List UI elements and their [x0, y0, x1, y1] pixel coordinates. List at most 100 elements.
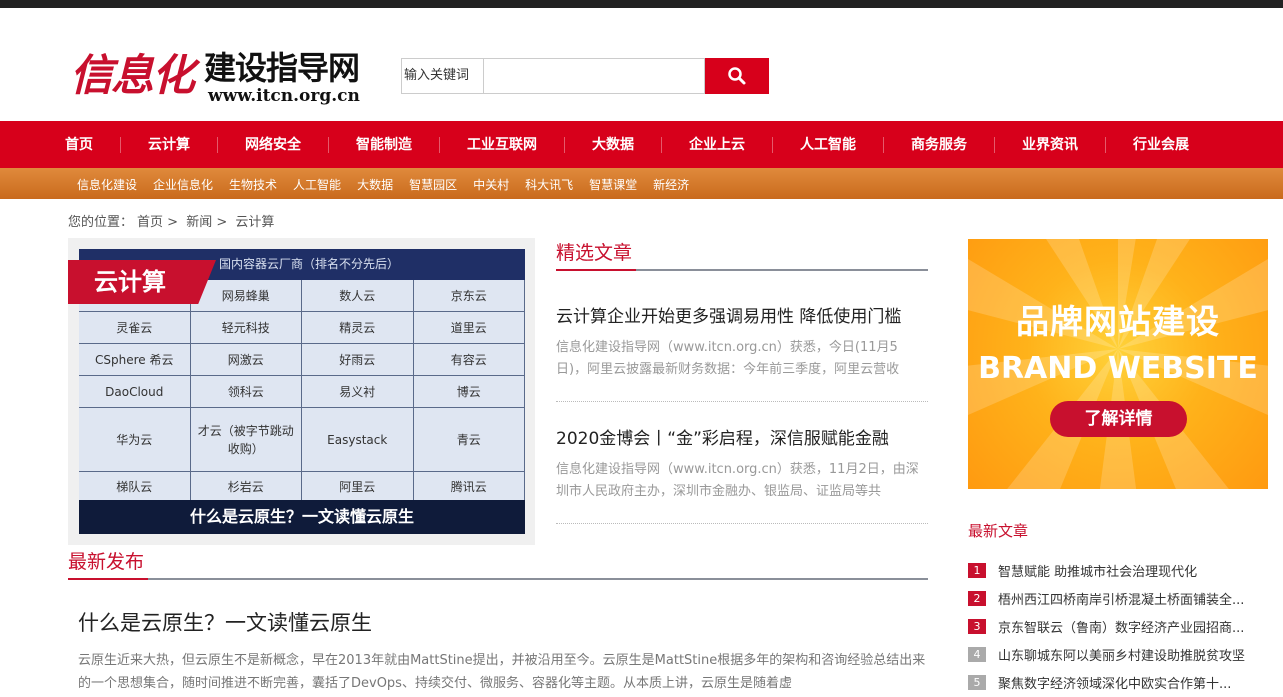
latest-article-link[interactable]: 京东智联云（鲁南）数字经济产业园招商...: [998, 617, 1268, 636]
nav-industry-news[interactable]: 业界资讯: [994, 136, 1105, 153]
search-button[interactable]: [705, 58, 769, 94]
list-item: 1 智慧赋能 助推城市社会治理现代化: [968, 556, 1268, 584]
subnav-item[interactable]: 新经济: [645, 178, 697, 192]
table-cell: 网激云: [191, 344, 302, 375]
subnav-item[interactable]: 智慧课堂: [581, 178, 645, 192]
breadcrumb: 您的位置： 首页 > 新闻 > 云计算: [68, 211, 278, 230]
latest-article-link[interactable]: 聚焦数字经济领域深化中欧实合作第十...: [998, 673, 1268, 692]
sub-nav: 信息化建设 企业信息化 生物技术 人工智能 大数据 智慧园区 中关村 科大讯飞 …: [0, 168, 1283, 199]
logo-url: www.itcn.org.cn: [208, 86, 360, 106]
nav-expo[interactable]: 行业会展: [1105, 136, 1216, 153]
rank-badge: 2: [968, 590, 986, 606]
table-row: 华为云 才云（被字节跳动收购） Easystack 青云: [79, 408, 525, 472]
ad-details-button[interactable]: 了解详情: [1050, 401, 1187, 437]
table-cell: 轻元科技: [191, 312, 302, 343]
divider: [556, 523, 928, 524]
table-cell: DaoCloud: [79, 376, 191, 407]
subnav-item[interactable]: 大数据: [349, 178, 401, 192]
breadcrumb-prefix: 您的位置：: [68, 215, 134, 230]
table-row: DaoCloud 领科云 易义衬 博云: [79, 376, 525, 408]
table-cell: 才云（被字节跳动收购）: [191, 408, 302, 471]
featured-title: 精选文章: [556, 242, 633, 264]
table-cell: 华为云: [79, 408, 191, 471]
latest-release-article-title[interactable]: 什么是云原生？一文读懂云原生: [78, 607, 928, 637]
nav-enterprise-cloud[interactable]: 企业上云: [661, 136, 772, 153]
table-cell: 道里云: [414, 312, 525, 343]
nav-ai[interactable]: 人工智能: [772, 136, 883, 153]
nav-business[interactable]: 商务服务: [883, 136, 994, 153]
subnav-item[interactable]: 人工智能: [285, 178, 349, 192]
top-bar: [0, 0, 1283, 8]
ad-title: 品牌网站建设: [1016, 302, 1220, 341]
category-ribbon: 云计算: [68, 260, 216, 304]
nav-big-data[interactable]: 大数据: [564, 136, 661, 153]
subnav-item[interactable]: 企业信息化: [145, 178, 221, 192]
ad-subtitle: BRAND WEBSITE: [978, 351, 1258, 386]
table-cell: 京东云: [414, 280, 525, 311]
latest-articles-title: 最新文章: [968, 522, 1029, 540]
subnav-item[interactable]: 生物技术: [221, 178, 285, 192]
table-cell: 灵雀云: [79, 312, 191, 343]
search-icon: [728, 67, 746, 85]
search-label: 输入关键词: [401, 58, 483, 94]
subnav-item[interactable]: 中关村: [465, 178, 517, 192]
list-item: 5 聚焦数字经济领域深化中欧实合作第十...: [968, 668, 1268, 696]
featured-article-title[interactable]: 2020金博会丨“金”彩启程，深信服赋能金融: [556, 427, 928, 451]
nav-security[interactable]: 网络安全: [217, 136, 328, 153]
table-cell: 青云: [414, 408, 525, 471]
latest-article-link[interactable]: 山东聊城东阿以美丽乡村建设助推脱贫攻坚: [998, 645, 1268, 664]
search-bar: 输入关键词: [401, 58, 769, 94]
table-row: 梯队云 杉岩云 阿里云 腾讯云: [79, 472, 525, 502]
table-cell: 精灵云: [302, 312, 414, 343]
featured-article-summary: 信息化建设指导网（www.itcn.org.cn）获悉，今日(11月5日)，阿里…: [556, 340, 900, 377]
table-cell: 腾讯云: [414, 472, 525, 501]
table-cell: 有容云: [414, 344, 525, 375]
breadcrumb-sep: >: [167, 215, 179, 230]
featured-title-accent: [556, 269, 636, 271]
breadcrumb-current: 云计算: [235, 215, 275, 230]
site-logo[interactable]: 信息化 建设指导网 www.itcn.org.cn: [70, 46, 375, 108]
nav-cloud[interactable]: 云计算: [120, 136, 217, 153]
search-input[interactable]: [483, 58, 705, 94]
logo-red-text: 信息化: [70, 51, 195, 101]
latest-articles-list: 1 智慧赋能 助推城市社会治理现代化 2 梧州西江四桥南岸引桥混凝土桥面铺装全...…: [968, 556, 1268, 696]
table-cell: 好雨云: [302, 344, 414, 375]
breadcrumb-home[interactable]: 首页: [137, 215, 163, 230]
subnav-item[interactable]: 智慧园区: [401, 178, 465, 192]
brand-website-ad[interactable]: 品牌网站建设 BRAND WEBSITE 了解详情: [968, 239, 1268, 489]
subnav-item[interactable]: 信息化建设: [69, 178, 145, 192]
featured-article[interactable]: 2020金博会丨“金”彩启程，深信服赋能金融 信息化建设指导网（www.itcn…: [556, 427, 928, 503]
table-cell: Easystack: [302, 408, 414, 471]
table-cell: 网易蜂巢: [191, 280, 302, 311]
latest-article-link[interactable]: 梧州西江四桥南岸引桥混凝土桥面铺装全...: [998, 589, 1268, 608]
table-row: CSphere 希云 网激云 好雨云 有容云: [79, 344, 525, 376]
featured-article-summary: 信息化建设指导网（www.itcn.org.cn）获悉，11月2日，由深圳市人民…: [556, 462, 919, 499]
main-nav: 首页 云计算 网络安全 智能制造 工业互联网 大数据 企业上云 人工智能 商务服…: [0, 121, 1283, 168]
table-cell: CSphere 希云: [79, 344, 191, 375]
divider: [556, 401, 928, 402]
latest-release-article-summary: 云原生近来大热，但云原生不是新概念，早在2013年就由MattStine提出，并…: [78, 653, 926, 691]
rank-badge: 5: [968, 674, 986, 690]
latest-article-link[interactable]: 智慧赋能 助推城市社会治理现代化: [998, 561, 1268, 580]
featured-article-title[interactable]: 云计算企业开始更多强调易用性 降低使用门槛: [556, 305, 928, 329]
table-cell: 阿里云: [302, 472, 414, 501]
featured-article[interactable]: 云计算企业开始更多强调易用性 降低使用门槛 信息化建设指导网（www.itcn.…: [556, 305, 928, 381]
list-item: 3 京东智联云（鲁南）数字经济产业园招商...: [968, 612, 1268, 640]
feature-slide[interactable]: 国内容器云厂商（排名不分先后） 网易蜂巢 数人云 京东云 灵雀云 轻元科技 精灵…: [68, 238, 535, 545]
subnav-item[interactable]: 科大讯飞: [517, 178, 581, 192]
breadcrumb-news[interactable]: 新闻: [186, 215, 212, 230]
nav-home[interactable]: 首页: [38, 137, 120, 153]
nav-industrial-internet[interactable]: 工业互联网: [439, 136, 564, 153]
rank-badge: 3: [968, 618, 986, 634]
table-cell: 梯队云: [79, 472, 191, 501]
list-item: 2 梧州西江四桥南岸引桥混凝土桥面铺装全...: [968, 584, 1268, 612]
table-cell: 数人云: [302, 280, 414, 311]
feature-caption[interactable]: 什么是云原生？一文读懂云原生: [79, 500, 525, 534]
latest-release-article[interactable]: 什么是云原生？一文读懂云原生 云原生近来大热，但云原生不是新概念，早在2013年…: [78, 607, 928, 695]
nav-smart-manufacturing[interactable]: 智能制造: [328, 136, 439, 153]
table-cell: 领科云: [191, 376, 302, 407]
latest-release-line: [68, 578, 928, 580]
rank-badge: 4: [968, 646, 986, 662]
header: 信息化 建设指导网 www.itcn.org.cn 输入关键词: [0, 8, 1283, 121]
breadcrumb-sep: >: [216, 215, 228, 230]
